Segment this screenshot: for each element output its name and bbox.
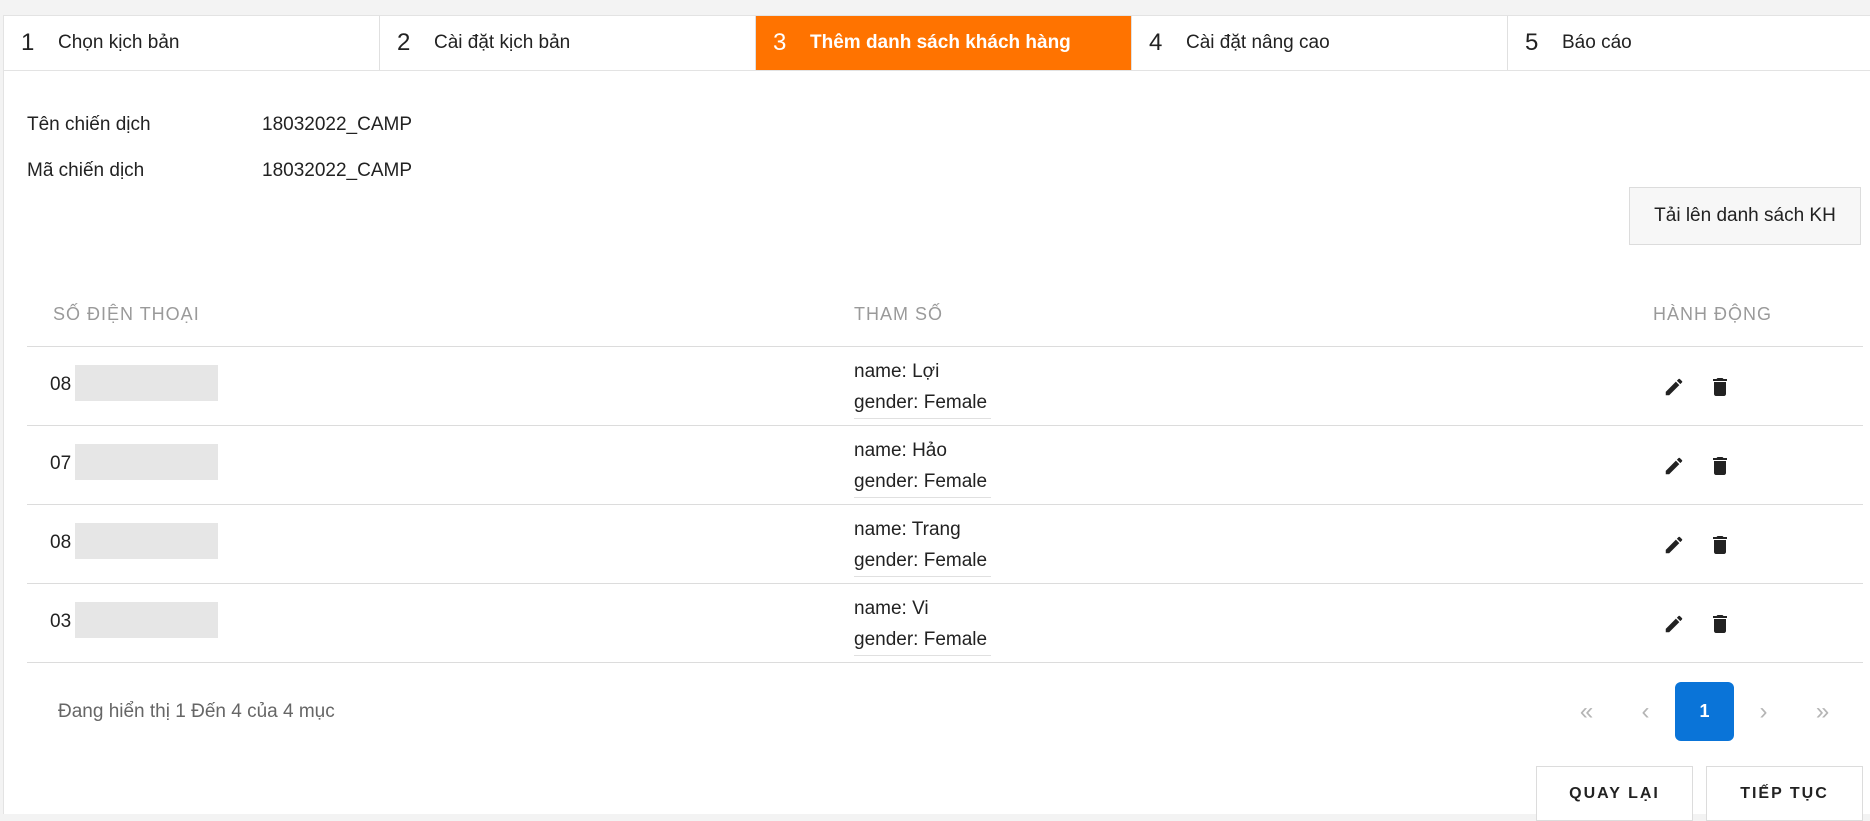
step-1[interactable]: 1 Chọn kịch bản [4,16,380,70]
step-label: Chọn kịch bản [58,32,180,53]
next-page-button[interactable]: › [1734,682,1793,741]
param-gender: gender: Female [854,545,992,577]
params-cell: name: Trang gender: Female [854,514,992,577]
step-label: Báo cáo [1562,32,1632,53]
redacted-phone-mask [75,444,218,480]
redacted-phone-mask [75,602,218,638]
trash-icon[interactable] [1706,373,1734,401]
campaign-name-value: 18032022_CAMP [262,114,412,135]
param-gender: gender: Female [854,466,992,498]
row-actions [1660,531,1734,559]
row-actions [1660,452,1734,480]
phone-number: 08 [50,532,72,553]
step-number: 3 [773,29,787,56]
prev-page-button[interactable]: ‹ [1616,682,1675,741]
campaign-code-row: Mã chiến dịch 18032022_CAMP [27,160,412,182]
pencil-icon[interactable] [1660,610,1688,638]
campaign-name-row: Tên chiến dịch 18032022_CAMP [27,114,412,136]
phone-number: 08 [50,374,72,395]
page-1-button[interactable]: 1 [1675,682,1734,741]
phone-number: 03 [50,611,72,632]
param-name: name: Hảo [854,440,947,461]
params-cell: name: Hảo gender: Female [854,435,992,498]
step-number: 4 [1149,29,1163,56]
table-header: SỐ ĐIỆN THOẠI THAM SỐ HÀNH ĐỘNG [27,278,1863,347]
params-cell: name: Lợi gender: Female [854,356,992,419]
table-row: 08 name: Trang gender: Female [27,505,1863,584]
step-5[interactable]: 5 Báo cáo [1508,16,1870,70]
table-row: 07 name: Hảo gender: Female [27,426,1863,505]
column-header-phone: SỐ ĐIỆN THOẠI [53,304,200,324]
table-row: 08 name: Lợi gender: Female [27,347,1863,426]
step-number: 1 [21,29,35,56]
upload-customer-list-button[interactable]: Tải lên danh sách KH [1629,187,1861,245]
pencil-icon[interactable] [1660,373,1688,401]
column-header-params: THAM SỐ [854,304,944,324]
step-number: 2 [397,29,411,56]
param-name: name: Lợi [854,361,940,382]
wizard-panel: 1 Chọn kịch bản 2 Cài đặt kịch bản 3 Thê… [3,15,1870,821]
stepper: 1 Chọn kịch bản 2 Cài đặt kịch bản 3 Thê… [4,16,1870,71]
phone-number: 07 [50,453,72,474]
step-3-active[interactable]: 3 Thêm danh sách khách hàng [756,16,1132,70]
step-4[interactable]: 4 Cài đặt nâng cao [1132,16,1508,70]
step-label: Cài đặt nâng cao [1186,32,1330,53]
trash-icon[interactable] [1706,610,1734,638]
row-actions [1660,610,1734,638]
redacted-phone-mask [75,365,218,401]
pencil-icon[interactable] [1660,531,1688,559]
trash-icon[interactable] [1706,531,1734,559]
params-cell: name: Vi gender: Female [854,593,992,656]
param-name: name: Vi [854,598,929,619]
redacted-phone-mask [75,523,218,559]
step-number: 5 [1525,29,1539,56]
trash-icon[interactable] [1706,452,1734,480]
pagination: « ‹ 1 › » [1557,682,1852,741]
pagination-summary: Đang hiển thị 1 Đến 4 của 4 mục [58,701,335,722]
first-page-button[interactable]: « [1557,682,1616,741]
campaign-code-label: Mã chiến dịch [27,160,145,181]
param-name: name: Trang [854,519,961,540]
campaign-name-label: Tên chiến dịch [27,114,151,135]
param-gender: gender: Female [854,387,992,419]
param-gender: gender: Female [854,624,992,656]
row-actions [1660,373,1734,401]
pencil-icon[interactable] [1660,452,1688,480]
step-2[interactable]: 2 Cài đặt kịch bản [380,16,756,70]
customer-table: SỐ ĐIỆN THOẠI THAM SỐ HÀNH ĐỘNG 08 name:… [27,278,1863,663]
last-page-button[interactable]: » [1793,682,1852,741]
column-header-actions: HÀNH ĐỘNG [1653,304,1773,324]
campaign-code-value: 18032022_CAMP [262,160,412,181]
table-row: 03 name: Vi gender: Female [27,584,1863,663]
step-label: Thêm danh sách khách hàng [810,32,1071,53]
step-label: Cài đặt kịch bản [434,32,571,53]
